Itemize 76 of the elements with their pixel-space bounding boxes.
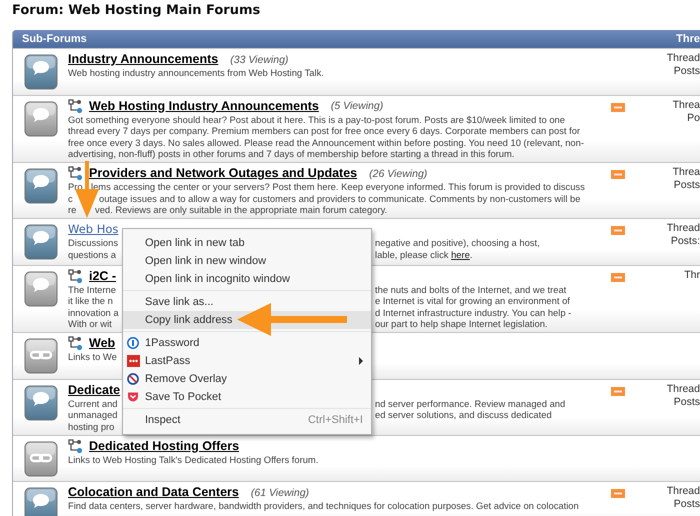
forum-title-link[interactable]: Web Hosting Industry Announcements — [89, 98, 319, 114]
forum-description: The Interne — [68, 284, 116, 295]
forum-title-link[interactable]: Colocation and Data Centers — [68, 485, 239, 500]
forum-stat: Po — [687, 112, 700, 124]
forum-description: it like the n — [68, 295, 113, 306]
forum-description: unmanaged — [68, 409, 118, 420]
forum-stat: Threa — [672, 166, 700, 179]
rss-icon[interactable] — [611, 489, 625, 498]
forum-description: Current and — [68, 398, 118, 409]
forum-stat: Thread — [666, 382, 700, 396]
dots-icon — [127, 355, 140, 367]
menu-item[interactable]: Save link as... — [123, 293, 371, 311]
forum-description: Got something everyone should hear? Post about it here. This is a pay-to-post forum. Posts are $10/week limited to one thread every 7 days per company. Premium members can post for free once every 6 days. Corporate members can post for free once every 3 days. No sales allowed. Please read the Announcement within before posting. You need 10 (relevant, non-advertising, non-fluff) posts in other forums and 7 days of membership before starting a thread in this forum. — [68, 114, 585, 160]
forum-stat: Thread — [666, 222, 700, 235]
forum-title-link[interactable]: Dedicate — [68, 382, 120, 398]
menu-item[interactable]: Inspect Ctrl+Shift+I — [123, 411, 371, 429]
forum-description: Find data centers, server hardware, bandwidth providers, and techniques for colocation purposes. Get advice on colocation — [68, 500, 580, 512]
menu-item[interactable]: Open link in incognito window — [123, 270, 371, 288]
rss-icon[interactable] — [611, 386, 625, 396]
forum-stat: Posts — [674, 396, 700, 408]
forum-description: e Internet is vital for growing an environment of — [375, 295, 570, 306]
rss-icon[interactable] — [611, 272, 625, 282]
column-header: Thre — [676, 33, 700, 45]
here-link[interactable]: here — [451, 248, 470, 260]
forum-description: With or wit — [68, 318, 112, 330]
forum-stat: Thread — [666, 485, 700, 498]
forum-stat: Thread — [666, 52, 700, 65]
column-header: Sub-Forums — [22, 33, 87, 45]
viewing-count: (61 Viewing) — [250, 486, 310, 498]
forum-stat: Posts — [674, 179, 700, 192]
forum-title-link[interactable]: i2C - — [89, 268, 116, 284]
forum-description: questions a — [68, 248, 116, 260]
forum-description: innovation a — [68, 306, 119, 318]
menu-item[interactable]: LastPass — [123, 352, 371, 370]
menu-item[interactable]: Remove Overlay — [123, 370, 371, 388]
rss-icon[interactable] — [611, 170, 625, 179]
shortcut-label: Ctrl+Shift+I — [308, 414, 363, 426]
forum-description: Web hosting industry announcements from Web Hosting Talk. — [68, 67, 325, 78]
forum-title-link[interactable]: Web — [89, 336, 116, 351]
forum-description: Links to Web Hosting Talk's Dedicated Hosting Offers forum. — [68, 454, 320, 465]
rss-icon[interactable] — [611, 102, 625, 112]
forum-description: d Internet infrastructure industry. You can help - — [375, 306, 572, 318]
forum-title-link[interactable]: Providers and Network Outages and Updates — [89, 166, 358, 181]
viewing-count: (33 Viewing) — [230, 54, 288, 66]
viewing-count: (26 Viewing) — [369, 168, 428, 180]
forum-description: ved. Reviews are only suitable in the appropriate main forum category. — [95, 204, 388, 216]
viewing-count: (5 Viewing) — [330, 100, 384, 112]
forum-stat: Posts: — [670, 235, 700, 248]
forum-stat: Thr — [684, 268, 700, 282]
prohibited-icon — [127, 373, 139, 385]
forum-stat: Posts — [674, 498, 700, 511]
forum-stat: Threa — [672, 98, 700, 112]
forum-title-link[interactable]: Dedicated Hosting Offers — [89, 438, 240, 454]
forum-stat: Posts — [674, 65, 700, 78]
menu-item[interactable]: Open link in new window — [123, 252, 371, 270]
forum-description: lable, please click here. — [375, 248, 472, 260]
forum-description: c — [68, 192, 73, 204]
forum-description: the nuts and bolts of the Internet, and we treat — [375, 284, 566, 295]
forum-description: nd server performance. Review managed and — [375, 398, 566, 409]
forum-description: re — [68, 204, 76, 216]
menu-item[interactable]: Open link in new tab — [123, 234, 371, 252]
menu-item[interactable]: Save To Pocket — [123, 388, 371, 406]
forum-title-link[interactable]: Industry Announcements — [68, 52, 218, 67]
rss-icon[interactable] — [611, 226, 625, 235]
forum-description: outage issues and to allow a way for customers and providers to communicate. Comments by non-customers will be — [99, 192, 580, 204]
keyhole-icon — [127, 337, 139, 349]
menu-item[interactable]: 1Password — [123, 334, 371, 352]
forum-description: Discussions — [68, 237, 118, 248]
forum-description: hosting pro — [68, 420, 114, 432]
forum-description: Links to We — [68, 351, 117, 362]
pocket-icon — [127, 391, 139, 403]
forum-description: ed server solutions, and discuss dedicated — [375, 409, 552, 420]
forum-description: negative and positive), choosing a host, — [375, 237, 540, 248]
page-title: Forum: Web Hosting Main Forums — [12, 3, 262, 19]
forum-description: our part to help shape Internet legislation. — [375, 318, 548, 330]
forum-title-link[interactable]: Web Hos — [68, 222, 118, 237]
